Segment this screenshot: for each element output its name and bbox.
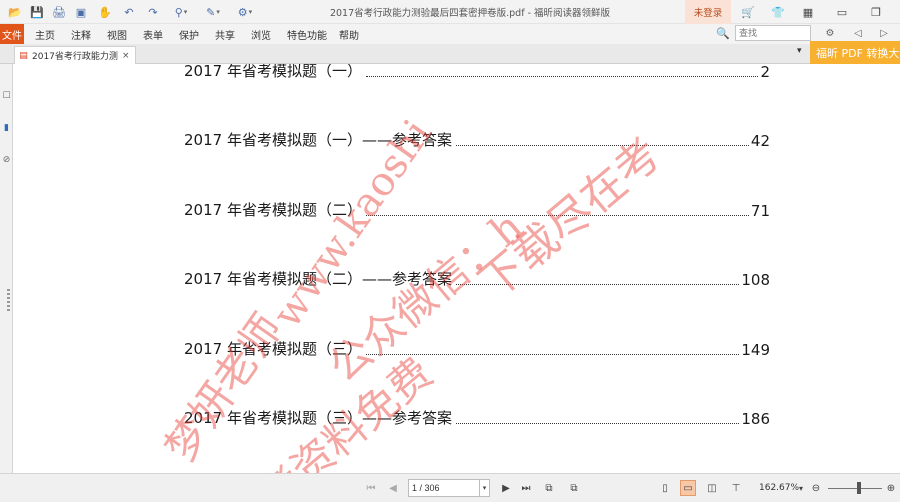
panel-resize-handle[interactable] bbox=[7, 289, 10, 313]
attachment-icon[interactable]: ⊘ bbox=[1, 154, 12, 166]
pen-icon[interactable]: ✎ bbox=[200, 3, 226, 21]
zoom-slider-handle[interactable] bbox=[857, 482, 861, 494]
copy-icon[interactable]: ⧉ bbox=[541, 480, 557, 496]
toc-entry-page: 149 bbox=[741, 341, 770, 359]
redo-icon[interactable]: ↷ bbox=[144, 3, 162, 21]
previous-page-icon[interactable]: ◀ bbox=[385, 480, 401, 496]
save-icon[interactable]: 💾 bbox=[28, 3, 46, 21]
shirt-icon[interactable]: 👕 bbox=[768, 3, 788, 21]
tab-bar: ▤ 2017省考行政能力测... × bbox=[0, 44, 900, 64]
menu-features[interactable]: 特色功能 bbox=[287, 27, 327, 42]
menu-help[interactable]: 帮助 bbox=[339, 27, 359, 42]
find-icon[interactable]: 🔍 bbox=[716, 26, 730, 40]
tools-icon[interactable]: ⚙ bbox=[232, 3, 258, 21]
menu-browse[interactable]: 浏览 bbox=[251, 27, 271, 42]
menu-home[interactable]: 主页 bbox=[35, 27, 55, 42]
pdf-converter-promo-button[interactable]: 福昕 PDF 转换大师 bbox=[810, 41, 900, 64]
hand-icon[interactable]: ✋ bbox=[96, 3, 114, 21]
toc-entry-page: 42 bbox=[750, 132, 770, 150]
toc-entry-title: 2017 年省考模拟题（一）——参考答案 bbox=[184, 131, 452, 149]
login-button[interactable]: 未登录 bbox=[685, 0, 731, 24]
toc-entry[interactable]: 2017 年省考模拟题（三）——参考答案 186 bbox=[184, 406, 770, 428]
open-icon[interactable]: 📂 bbox=[6, 3, 24, 21]
toc-leader bbox=[455, 284, 740, 285]
toc-entry[interactable]: 2017 年省考模拟题（二） 71 bbox=[184, 198, 770, 220]
menu-comment[interactable]: 注释 bbox=[71, 27, 91, 42]
toc-entry-title: 2017 年省考模拟题（一） bbox=[184, 64, 362, 80]
close-tab-icon[interactable]: × bbox=[122, 51, 130, 61]
single-page-view-icon[interactable]: ▯ bbox=[657, 480, 673, 496]
toc-entry-title: 2017 年省考模拟题（三）——参考答案 bbox=[184, 409, 452, 427]
page-dropdown-chevron-down-icon[interactable]: ▾ bbox=[480, 479, 490, 497]
zoom-slider-track[interactable] bbox=[828, 488, 882, 489]
toc-entry[interactable]: 2017 年省考模拟题（三） 149 bbox=[184, 337, 770, 359]
document-tab[interactable]: ▤ 2017省考行政能力测... × bbox=[14, 46, 136, 64]
screen-icon[interactable]: ▣ bbox=[72, 3, 90, 21]
toc-entry[interactable]: 2017 年省考模拟题（一） 2 bbox=[184, 64, 770, 81]
watermark-teacher: 梦妍老师 bbox=[155, 304, 292, 471]
menu-view[interactable]: 视图 bbox=[107, 27, 127, 42]
file-menu-button[interactable]: 文件 bbox=[0, 24, 24, 44]
stamp-icon[interactable]: ⚲ bbox=[168, 3, 194, 21]
toc-entry[interactable]: 2017 年省考模拟题（一）——参考答案 42 bbox=[184, 128, 770, 150]
toc-leader bbox=[365, 354, 740, 355]
toc-entry-page: 108 bbox=[741, 271, 770, 289]
zoom-in-icon[interactable]: ⊕ bbox=[883, 480, 899, 496]
toc-entry-page: 71 bbox=[750, 202, 770, 220]
first-page-icon[interactable]: ⏮ bbox=[363, 480, 379, 496]
back-icon[interactable]: ◁ bbox=[850, 26, 866, 40]
cart-icon[interactable]: 🛒 bbox=[738, 3, 758, 21]
watermark-wechat: 公众微信：h bbox=[319, 201, 533, 392]
toc-leader bbox=[365, 76, 759, 77]
toc-entry-title: 2017 年省考模拟题（三） bbox=[184, 340, 362, 358]
menu-form[interactable]: 表单 bbox=[143, 27, 163, 42]
title-bar: 📂 💾 🖨 ▣ ✋ ↶ ↷ ⚲ ✎ ⚙ 2017省考行政能力测验最后四套密押卷版… bbox=[0, 0, 900, 24]
toc-entry-title: 2017 年省考模拟题（二） bbox=[184, 201, 362, 219]
forward-icon[interactable]: ▷ bbox=[876, 26, 892, 40]
menu-share[interactable]: 共享 bbox=[215, 27, 235, 42]
zoom-out-icon[interactable]: ⊖ bbox=[808, 480, 824, 496]
split-view-icon[interactable]: ⊤ bbox=[728, 480, 744, 496]
toc-leader bbox=[455, 423, 740, 424]
zoom-dropdown-chevron-down-icon[interactable]: ▾ bbox=[796, 480, 806, 496]
settings-gear-icon[interactable]: ⚙ bbox=[818, 26, 842, 40]
document-view[interactable]: 2017 年省考模拟题（一） 2 2017 年省考模拟题（一）——参考答案 42… bbox=[13, 64, 900, 473]
bookmark-icon[interactable]: ☐ bbox=[1, 90, 12, 102]
toc-leader bbox=[455, 145, 749, 146]
zoom-level[interactable]: 162.67% bbox=[759, 483, 799, 493]
pdf-file-icon: ▤ bbox=[19, 50, 28, 61]
undo-icon[interactable]: ↶ bbox=[120, 3, 138, 21]
continuous-view-icon[interactable]: ▭ bbox=[680, 480, 696, 496]
paste-icon[interactable]: ⧉ bbox=[566, 480, 582, 496]
left-side-panel: ☐ ▮ ⊘ bbox=[0, 64, 13, 473]
search-input[interactable] bbox=[735, 25, 811, 41]
toc-leader bbox=[365, 215, 749, 216]
print-icon[interactable]: 🖨 bbox=[50, 3, 68, 21]
toc-entry-page: 186 bbox=[741, 410, 770, 428]
toc-entry-page: 2 bbox=[760, 64, 770, 81]
status-bar: ⏮ ◀ ▾ ▶ ⏭ ⧉ ⧉ ▯ ▭ ◫ ⊤ 162.67% ▾ ⊖ ⊕ bbox=[0, 473, 900, 502]
grid-icon[interactable]: ▦ bbox=[798, 3, 818, 21]
pages-icon[interactable]: ▮ bbox=[1, 122, 12, 134]
toc-entry-title: 2017 年省考模拟题（二）——参考答案 bbox=[184, 270, 452, 288]
facing-view-icon[interactable]: ◫ bbox=[704, 480, 720, 496]
page-number-input[interactable] bbox=[408, 479, 480, 497]
restore-icon[interactable]: ❐ bbox=[866, 3, 886, 21]
last-page-icon[interactable]: ⏭ bbox=[518, 480, 534, 496]
minimize-icon[interactable]: ▭ bbox=[832, 3, 852, 21]
window-title: 2017省考行政能力测验最后四套密押卷版.pdf - 福昕阅读器领鲜版 bbox=[329, 8, 611, 19]
tab-list-chevron-down-icon[interactable]: ▾ bbox=[797, 46, 802, 56]
menu-protect[interactable]: 保护 bbox=[179, 27, 199, 42]
document-tab-label: 2017省考行政能力测... bbox=[32, 52, 118, 62]
toc-entry[interactable]: 2017 年省考模拟题（二）——参考答案 108 bbox=[184, 267, 770, 289]
next-page-icon[interactable]: ▶ bbox=[498, 480, 514, 496]
